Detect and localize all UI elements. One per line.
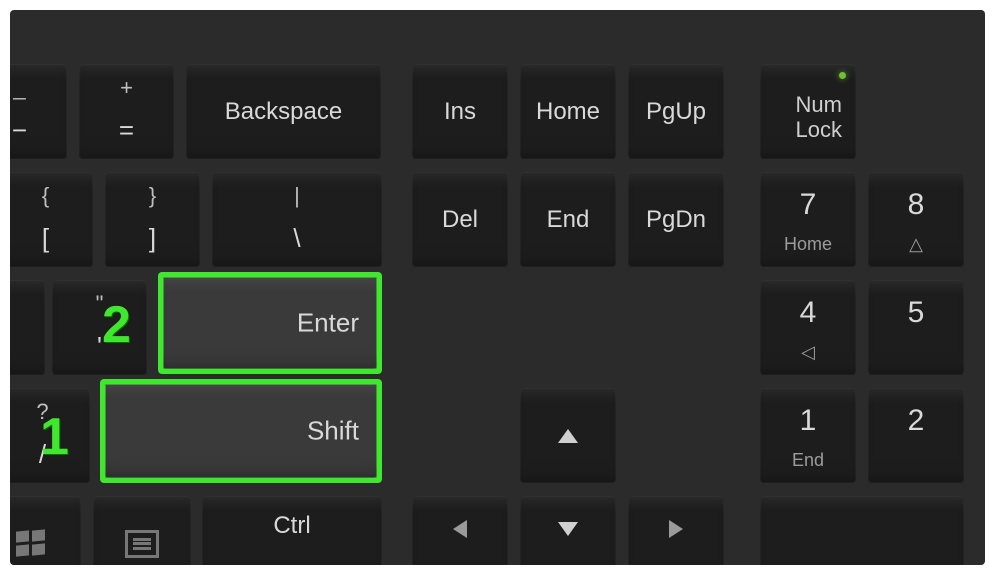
arrow-down-icon <box>558 522 578 536</box>
arrow-right-icon <box>669 520 683 538</box>
annotation-one: 1 <box>40 407 69 467</box>
shift-label: Shift <box>307 417 359 446</box>
key-end[interactable]: End <box>520 172 616 267</box>
key-backspace[interactable]: Backspace <box>186 64 381 159</box>
rbracket-bot: ] <box>149 224 156 253</box>
key-windows[interactable] <box>10 496 81 565</box>
key-enter[interactable]: Enter <box>158 272 382 374</box>
num2-label: 2 <box>868 404 964 437</box>
rbracket-top: } <box>149 184 156 208</box>
numlock-led-icon <box>839 72 846 79</box>
minus-symbol-top: _ <box>13 76 25 100</box>
num7-label: 7 <box>760 188 856 221</box>
num4-glyph: ◁ <box>760 343 856 363</box>
key-numpad-0[interactable] <box>760 496 964 565</box>
arrow-up-icon <box>558 429 578 443</box>
key-equals[interactable]: + = <box>79 64 174 159</box>
key-arrow-left[interactable] <box>412 496 508 565</box>
bslash-top: | <box>294 184 300 208</box>
key-home[interactable]: Home <box>520 64 616 159</box>
num1-sublabel: End <box>760 451 856 471</box>
pgdn-label: PgDn <box>646 205 706 235</box>
key-arrow-down[interactable] <box>520 496 616 565</box>
num7-sublabel: Home <box>760 235 856 255</box>
ins-label: Ins <box>444 97 476 127</box>
num4-label: 4 <box>760 296 856 329</box>
key-numpad-5[interactable]: 5 <box>868 280 964 375</box>
pgup-label: PgUp <box>646 97 706 127</box>
end-label: End <box>547 205 590 235</box>
key-left-bracket[interactable]: { [ <box>10 172 93 267</box>
key-semicolon-stub[interactable] <box>10 280 45 375</box>
key-backslash[interactable]: | \ <box>212 172 382 267</box>
num1-label: 1 <box>760 404 856 437</box>
enter-label: Enter <box>297 309 359 338</box>
num5-label: 5 <box>868 296 964 329</box>
annotation-two: 2 <box>102 295 131 355</box>
ctrl-label: Ctrl <box>273 511 310 541</box>
minus-symbol-bot: − <box>12 116 27 145</box>
key-insert[interactable]: Ins <box>412 64 508 159</box>
numlock-label: NumLock <box>796 92 842 143</box>
key-numpad-4[interactable]: 4 ◁ <box>760 280 856 375</box>
num8-glyph: △ <box>868 235 964 255</box>
key-pgup[interactable]: PgUp <box>628 64 724 159</box>
key-shift-right[interactable]: Shift <box>100 379 382 483</box>
lbracket-top: { <box>42 184 49 208</box>
key-ctrl-right[interactable]: Ctrl <box>202 496 382 565</box>
keyboard-stage: _ − + = Backspace Ins Home PgUp NumLock … <box>10 10 985 565</box>
key-numpad-2[interactable]: 2 <box>868 388 964 483</box>
del-label: Del <box>442 205 478 235</box>
key-arrow-right[interactable] <box>628 496 724 565</box>
home-label: Home <box>536 97 600 127</box>
arrow-left-icon <box>453 520 467 538</box>
backspace-label: Backspace <box>225 97 342 127</box>
key-minus[interactable]: _ − <box>10 64 67 159</box>
key-apostrophe[interactable]: " ' <box>52 280 147 375</box>
equals-symbol-bot: = <box>119 116 134 145</box>
key-arrow-up[interactable] <box>520 388 616 483</box>
lbracket-bot: [ <box>42 224 49 253</box>
key-numpad-7[interactable]: 7 Home <box>760 172 856 267</box>
bslash-bot: \ <box>293 224 300 253</box>
key-pgdn[interactable]: PgDn <box>628 172 724 267</box>
equals-symbol-top: + <box>120 76 133 100</box>
key-delete[interactable]: Del <box>412 172 508 267</box>
key-numpad-8[interactable]: 8 △ <box>868 172 964 267</box>
key-right-bracket[interactable]: } ] <box>105 172 200 267</box>
key-menu[interactable] <box>93 496 191 565</box>
menu-icon <box>125 530 159 558</box>
num8-label: 8 <box>868 188 964 221</box>
key-numpad-1[interactable]: 1 End <box>760 388 856 483</box>
key-numlock[interactable]: NumLock <box>760 64 856 159</box>
